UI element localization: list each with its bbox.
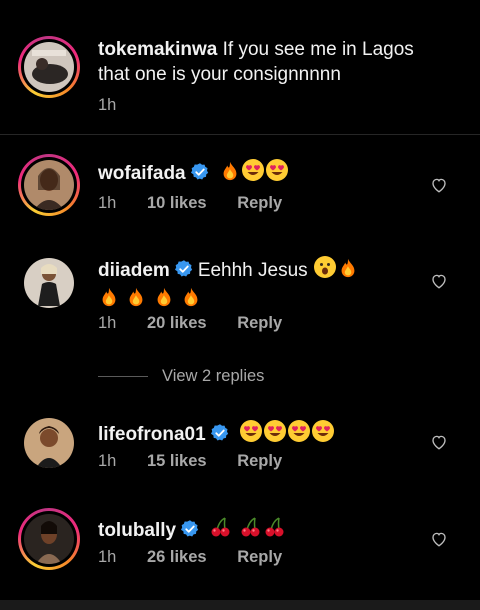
comment-likes[interactable]: 15 likes bbox=[147, 452, 207, 470]
cherries-emoji-icon bbox=[263, 515, 287, 546]
heart-eyes-emoji-icon bbox=[311, 419, 335, 450]
comment-text: tolubally bbox=[98, 515, 418, 546]
comment-likes[interactable]: 10 likes bbox=[147, 194, 207, 212]
open-mouth-emoji-icon bbox=[313, 255, 337, 286]
comment-body: Eehhh Jesus bbox=[197, 260, 308, 281]
like-heart-icon[interactable] bbox=[430, 176, 448, 194]
reply-button[interactable]: Reply bbox=[237, 314, 282, 332]
caption-meta: 1h bbox=[98, 96, 142, 115]
caption-avatar[interactable] bbox=[18, 36, 80, 98]
comment-text: diiadem Eehhh Jesus bbox=[98, 255, 418, 315]
verified-badge-icon bbox=[181, 520, 199, 537]
comment-likes[interactable]: 26 likes bbox=[147, 548, 207, 566]
comment-avatar[interactable] bbox=[18, 252, 80, 314]
heart-eyes-emoji-icon bbox=[287, 419, 311, 450]
comment-time: 1h bbox=[98, 314, 117, 332]
heart-eyes-emoji-icon bbox=[265, 158, 289, 189]
caption-username[interactable]: tokemakinwa bbox=[98, 39, 217, 60]
fire-emoji-icon bbox=[219, 160, 241, 189]
fire-emoji-icon bbox=[98, 286, 120, 315]
comment-avatar[interactable] bbox=[18, 154, 80, 216]
comment-text: lifeofrona01 bbox=[98, 419, 418, 450]
comment-avatar[interactable] bbox=[18, 508, 80, 570]
reply-button[interactable]: Reply bbox=[237, 194, 282, 212]
view-replies-link[interactable]: View 2 replies bbox=[98, 365, 264, 387]
cherries-emoji-icon bbox=[209, 515, 233, 546]
comment-meta: 1h 15 likes Reply bbox=[98, 452, 308, 471]
reply-button[interactable]: Reply bbox=[237, 548, 282, 566]
like-heart-icon[interactable] bbox=[430, 530, 448, 548]
comment-likes[interactable]: 20 likes bbox=[147, 314, 207, 332]
comment-time: 1h bbox=[98, 548, 117, 566]
fire-emoji-icon bbox=[153, 286, 175, 315]
heart-eyes-emoji-icon bbox=[263, 419, 287, 450]
comment-meta: 1h 20 likes Reply bbox=[98, 314, 308, 333]
comments-screen: tokemakinwa If you see me in Lagos that … bbox=[0, 0, 480, 610]
comment-username[interactable]: diiadem bbox=[98, 260, 170, 281]
comment-username[interactable]: lifeofrona01 bbox=[98, 424, 206, 445]
like-heart-icon[interactable] bbox=[430, 433, 448, 451]
like-heart-icon[interactable] bbox=[430, 272, 448, 290]
view-replies-label: View 2 replies bbox=[162, 366, 265, 385]
heart-eyes-emoji-icon bbox=[241, 158, 265, 189]
divider bbox=[0, 134, 480, 135]
verified-badge-icon bbox=[210, 424, 228, 441]
comment-time: 1h bbox=[98, 194, 117, 212]
comment-avatar[interactable] bbox=[18, 412, 80, 474]
comment-meta: 1h 26 likes Reply bbox=[98, 548, 308, 567]
caption-text: tokemakinwa If you see me in Lagos that … bbox=[98, 37, 418, 87]
heart-eyes-emoji-icon bbox=[239, 419, 263, 450]
fire-emoji-icon bbox=[125, 286, 147, 315]
comment-text: wofaifada bbox=[98, 158, 418, 189]
comment-meta: 1h 10 likes Reply bbox=[98, 194, 308, 213]
reply-button[interactable]: Reply bbox=[237, 452, 282, 470]
fire-emoji-icon bbox=[337, 257, 359, 286]
verified-badge-icon bbox=[190, 163, 208, 180]
view-replies-line bbox=[98, 375, 148, 377]
verified-badge-icon bbox=[174, 260, 192, 277]
cherries-emoji-icon bbox=[239, 515, 263, 546]
caption-time: 1h bbox=[98, 96, 117, 114]
comment-username[interactable]: wofaifada bbox=[98, 163, 186, 184]
comment-time: 1h bbox=[98, 452, 117, 470]
fire-emoji-icon bbox=[180, 286, 202, 315]
caption-block: tokemakinwa If you see me in Lagos that … bbox=[0, 0, 480, 134]
bottom-bar bbox=[0, 600, 480, 610]
comment-username[interactable]: tolubally bbox=[98, 520, 176, 541]
